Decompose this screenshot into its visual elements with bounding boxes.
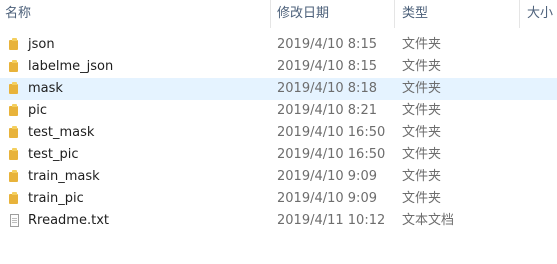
file-date: 2019/4/10 16:50 [277,147,386,162]
text-file-icon [8,214,21,228]
file-date: 2019/4/10 8:15 [277,59,377,74]
file-type: 文件夹 [402,191,442,206]
column-divider[interactable] [519,0,520,28]
file-row[interactable]: train_mask 2019/4/10 9:09 文件夹 [0,166,557,188]
file-type: 文件夹 [402,147,442,162]
file-name: mask [28,81,63,96]
column-divider[interactable] [270,0,271,28]
file-type: 文件夹 [402,125,442,140]
column-divider[interactable] [394,0,395,28]
file-date: 2019/4/10 16:50 [277,125,386,140]
folder-icon [8,126,21,140]
file-row[interactable]: test_mask 2019/4/10 16:50 文件夹 [0,122,557,144]
folder-icon [8,60,21,74]
file-name: pic [28,103,48,118]
column-header-name[interactable]: 名称 [5,0,31,28]
sort-caret-icon: ^ [130,0,138,4]
file-type: 文件夹 [402,169,442,184]
file-type: 文件夹 [402,103,442,118]
folder-icon [8,192,21,206]
file-type: 文本文档 [402,213,455,228]
file-date: 2019/4/10 8:15 [277,37,377,52]
file-row[interactable]: labelme_json 2019/4/10 8:15 文件夹 [0,56,557,78]
file-name: labelme_json [28,59,114,74]
file-name: train_pic [28,191,84,206]
file-row[interactable]: Rreadme.txt 2019/4/11 10:12 文本文档 [0,210,557,232]
folder-icon [8,170,21,184]
folder-icon [8,104,21,118]
file-row[interactable]: train_pic 2019/4/10 9:09 文件夹 [0,188,557,210]
file-type: 文件夹 [402,59,442,74]
folder-icon [8,38,21,52]
file-row[interactable]: pic 2019/4/10 8:21 文件夹 [0,100,557,122]
file-name: train_mask [28,169,100,184]
file-name: test_pic [28,147,79,162]
folder-icon [8,148,21,162]
file-list: json 2019/4/10 8:15 文件夹 labelme_json 201… [0,34,557,232]
file-date: 2019/4/10 8:21 [277,103,377,118]
file-row[interactable]: mask 2019/4/10 8:18 文件夹 [0,78,557,100]
column-header-row: ^ 名称 修改日期 类型 大小 [0,0,557,28]
column-header-date[interactable]: 修改日期 [277,0,329,28]
column-header-size[interactable]: 大小 [527,0,553,28]
file-name: json [28,37,55,52]
file-date: 2019/4/10 8:18 [277,81,377,96]
column-header-type[interactable]: 类型 [402,0,428,28]
file-date: 2019/4/11 10:12 [277,213,386,228]
folder-icon [8,82,21,96]
file-name: Rreadme.txt [28,213,109,228]
file-name: test_mask [28,125,95,140]
file-type: 文件夹 [402,37,442,52]
file-type: 文件夹 [402,81,442,96]
file-row[interactable]: json 2019/4/10 8:15 文件夹 [0,34,557,56]
file-date: 2019/4/10 9:09 [277,169,377,184]
file-date: 2019/4/10 9:09 [277,191,377,206]
file-row[interactable]: test_pic 2019/4/10 16:50 文件夹 [0,144,557,166]
